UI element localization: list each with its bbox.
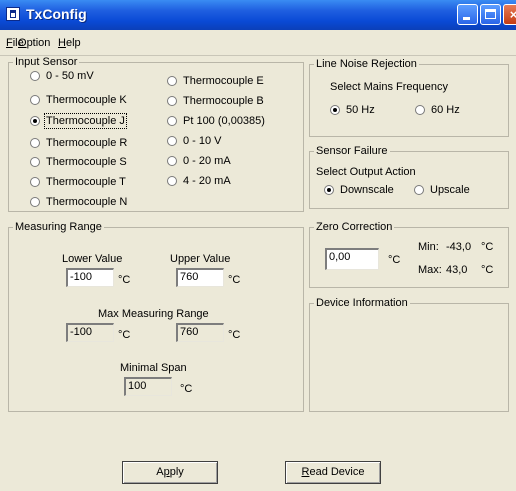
radio-icon bbox=[415, 105, 425, 115]
upper-value-label: Upper Value bbox=[170, 253, 231, 265]
title-bar[interactable]: TxConfig × bbox=[0, 0, 516, 30]
line-noise-group: Line Noise Rejection bbox=[309, 58, 509, 137]
lower-value-input[interactable]: -100 bbox=[66, 268, 114, 287]
line-noise-title: Line Noise Rejection bbox=[314, 58, 419, 70]
window-title: TxConfig bbox=[26, 6, 87, 22]
device-information-title: Device Information bbox=[314, 297, 410, 309]
close-button[interactable]: × bbox=[503, 4, 516, 25]
menu-option[interactable]: Option bbox=[18, 37, 50, 49]
radio-icon bbox=[30, 197, 40, 207]
input-sensor-title: Input Sensor bbox=[13, 56, 80, 68]
output-action-prompt: Select Output Action bbox=[316, 166, 416, 178]
zero-max-label: Max: bbox=[418, 264, 442, 276]
maximize-icon bbox=[485, 9, 496, 19]
close-icon: × bbox=[509, 7, 516, 22]
sensor-option-0-10v[interactable]: 0 - 10 V bbox=[167, 135, 222, 147]
read-device-button[interactable]: Read Device bbox=[285, 461, 381, 484]
sensor-option-thermocouple-r[interactable]: Thermocouple R bbox=[30, 137, 127, 149]
radio-icon bbox=[30, 157, 40, 167]
zero-min-value: -43,0 bbox=[446, 241, 472, 253]
sensor-option-pt100[interactable]: Pt 100 (0,00385) bbox=[167, 115, 265, 127]
sensor-option-thermocouple-s[interactable]: Thermocouple S bbox=[30, 156, 127, 168]
apply-button[interactable]: Apply bbox=[122, 461, 218, 484]
failure-option-downscale[interactable]: Downscale bbox=[324, 184, 394, 196]
radio-icon bbox=[167, 136, 177, 146]
max-lower-unit: °C bbox=[118, 329, 131, 341]
frequency-option-60hz[interactable]: 60 Hz bbox=[415, 104, 460, 116]
zero-max-unit: °C bbox=[481, 264, 494, 276]
lower-value-label: Lower Value bbox=[62, 253, 123, 265]
max-upper-unit: °C bbox=[228, 329, 241, 341]
radio-icon bbox=[167, 156, 177, 166]
zero-max-value: 43,0 bbox=[446, 264, 468, 276]
measuring-range-title: Measuring Range bbox=[13, 221, 104, 233]
minimal-span-value: 100 bbox=[124, 377, 172, 396]
minimal-span-label: Minimal Span bbox=[120, 362, 187, 374]
app-icon bbox=[6, 7, 20, 21]
failure-option-upscale[interactable]: Upscale bbox=[414, 184, 470, 196]
sensor-option-0-50mv[interactable]: 0 - 50 mV bbox=[30, 70, 94, 82]
radio-icon bbox=[167, 176, 177, 186]
upper-value-unit: °C bbox=[228, 274, 241, 286]
mains-frequency-prompt: Select Mains Frequency bbox=[330, 81, 448, 93]
sensor-option-thermocouple-t[interactable]: Thermocouple T bbox=[30, 176, 126, 188]
maximize-button[interactable] bbox=[480, 4, 501, 25]
lower-value-unit: °C bbox=[118, 274, 131, 286]
sensor-option-thermocouple-n[interactable]: Thermocouple N bbox=[30, 196, 127, 208]
minimal-span-unit: °C bbox=[180, 383, 193, 395]
sensor-failure-group: Sensor Failure bbox=[309, 145, 509, 209]
radio-icon bbox=[30, 95, 40, 105]
minimize-icon bbox=[463, 17, 470, 20]
sensor-option-thermocouple-j[interactable]: Thermocouple J bbox=[30, 113, 127, 129]
radio-icon bbox=[167, 76, 177, 86]
sensor-option-4-20ma[interactable]: 4 - 20 mA bbox=[167, 175, 231, 187]
sensor-failure-title: Sensor Failure bbox=[314, 145, 390, 157]
zero-min-label: Min: bbox=[418, 241, 439, 253]
sensor-option-thermocouple-b[interactable]: Thermocouple B bbox=[167, 95, 264, 107]
menu-help[interactable]: Help bbox=[58, 37, 81, 49]
max-measuring-range-label: Max Measuring Range bbox=[98, 308, 209, 320]
max-lower-value: -100 bbox=[66, 323, 114, 342]
radio-icon bbox=[30, 71, 40, 81]
zero-correction-title: Zero Correction bbox=[314, 221, 395, 233]
radio-icon bbox=[30, 138, 40, 148]
upper-value-input[interactable]: 760 bbox=[176, 268, 224, 287]
sensor-option-thermocouple-e[interactable]: Thermocouple E bbox=[167, 75, 264, 87]
radio-icon bbox=[167, 96, 177, 106]
sensor-option-thermocouple-k[interactable]: Thermocouple K bbox=[30, 94, 127, 106]
radio-icon bbox=[414, 185, 424, 195]
max-upper-value: 760 bbox=[176, 323, 224, 342]
radio-selected-icon bbox=[330, 105, 340, 115]
zero-min-unit: °C bbox=[481, 241, 494, 253]
zero-correction-unit: °C bbox=[388, 254, 401, 266]
radio-selected-icon bbox=[324, 185, 334, 195]
minimize-button[interactable] bbox=[457, 4, 478, 25]
radio-icon bbox=[30, 177, 40, 187]
txconfig-window: TxConfig × File Option Help Input Sensor… bbox=[0, 0, 516, 491]
radio-selected-icon bbox=[30, 116, 40, 126]
sensor-option-0-20ma[interactable]: 0 - 20 mA bbox=[167, 155, 231, 167]
zero-correction-input[interactable]: 0,00 bbox=[325, 248, 379, 270]
radio-icon bbox=[167, 116, 177, 126]
frequency-option-50hz[interactable]: 50 Hz bbox=[330, 104, 375, 116]
device-information-group: Device Information bbox=[309, 297, 509, 412]
